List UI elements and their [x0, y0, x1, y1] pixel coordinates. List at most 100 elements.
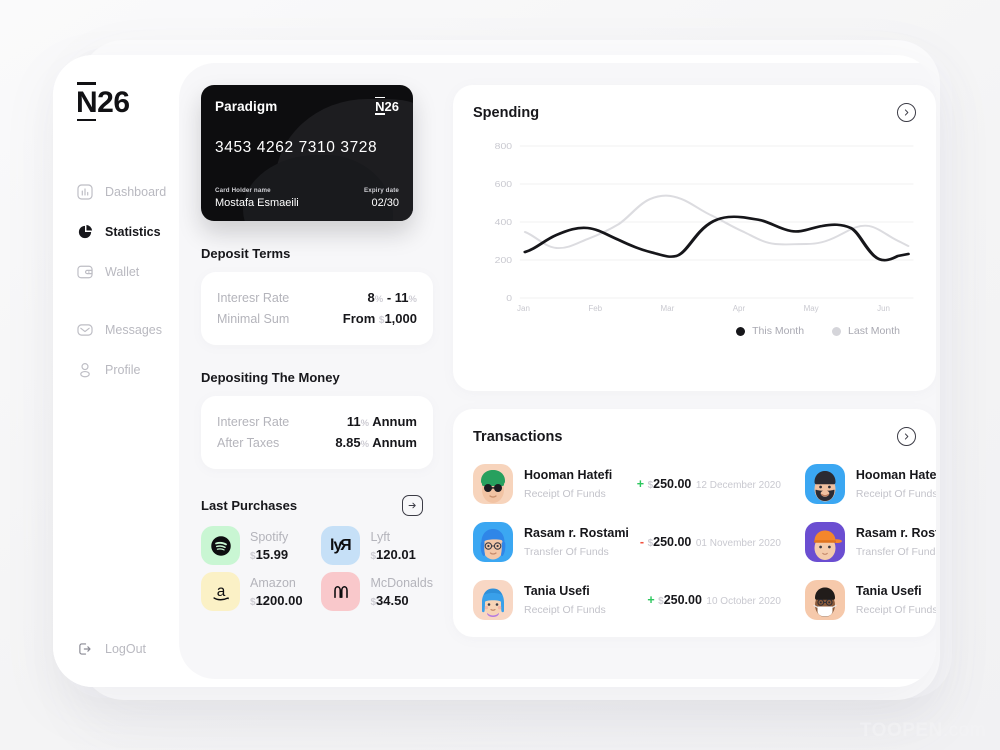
svg-text:400: 400 — [495, 218, 512, 227]
sidebar-item-statistics[interactable]: Statistics — [53, 212, 179, 252]
screen-root: TOOPEN.com N26 Dashboard Statistics Wall… — [0, 0, 1000, 750]
logout-icon — [76, 640, 94, 658]
person-icon — [76, 361, 94, 379]
svg-text:0: 0 — [506, 294, 512, 302]
chart-y-ticks: 800 600 400 200 0 — [495, 142, 512, 302]
x-tick: Jun — [877, 304, 890, 313]
transaction-name: Hooman Hatefi — [524, 468, 613, 482]
transactions-header: Transactions — [473, 427, 916, 446]
transaction-info: Rasam r. Rostami Transfer Of Funds — [856, 524, 936, 560]
transaction-row[interactable]: Tania Usefi Receipt Of Funds + $250.00 1… — [804, 572, 936, 628]
transaction-row[interactable]: Rasam r. Rostami Transfer Of Funds - $25… — [804, 514, 936, 570]
transaction-name: Tania Usefi — [855, 584, 922, 598]
app-window: N26 Dashboard Statistics Wallet Messages… — [53, 55, 936, 687]
row-key: Interesr Rate — [217, 415, 290, 429]
transaction-row[interactable]: Hooman Hatefi Receipt Of Funds + $250.00… — [804, 456, 936, 512]
transaction-meta: + $250.00 12 December 2020 — [637, 475, 781, 493]
transaction-type: Transfer Of Funds — [855, 546, 936, 558]
transaction-amount-num: 250.00 — [653, 477, 692, 491]
svg-text:800: 800 — [495, 142, 512, 151]
row-key: Minimal Sum — [217, 312, 290, 326]
row-value-num2: 11 — [394, 290, 409, 305]
transaction-sign: + — [636, 477, 645, 491]
row-key: Interesr Rate — [217, 291, 290, 305]
transaction-date: 10 October 2020 — [706, 596, 781, 607]
transaction-type: Receipt Of Funds — [855, 488, 936, 500]
purchase-amount-num: 15.99 — [255, 546, 289, 562]
sidebar-item-label: Messages — [105, 323, 162, 337]
card-issuer-logo: N26 — [375, 96, 399, 115]
row-value-num: 11 — [346, 414, 361, 429]
purchase-amount-num: 34.50 — [376, 592, 409, 608]
transaction-row[interactable]: Hooman Hatefi Receipt Of Funds + $250.00… — [473, 456, 781, 512]
transactions-grid: Hooman Hatefi Receipt Of Funds + $250.00… — [473, 456, 936, 628]
sidebar-item-label: Dashboard — [105, 185, 167, 199]
legend-item-this-month[interactable]: This Month — [736, 325, 804, 337]
sidebar: N26 Dashboard Statistics Wallet Messages… — [53, 55, 179, 687]
transaction-meta: - $250.00 01 November 2020 — [640, 533, 781, 551]
purchase-item[interactable]: lyR Lyft $120.01 — [321, 526, 433, 565]
x-tick: Feb — [588, 304, 603, 313]
avatar-green-hair-sunglasses — [473, 464, 513, 504]
legend-label: Last Month — [848, 325, 900, 337]
purchase-item[interactable]: Spotify $15.99 — [201, 526, 307, 565]
transaction-info: Hooman Hatefi Receipt Of Funds — [856, 466, 936, 502]
watermark-text: TOOPEN — [859, 720, 943, 741]
x-tick: Mar — [660, 304, 675, 313]
transaction-amount: - $250.00 — [640, 535, 691, 549]
legend-item-last-month[interactable]: Last Month — [832, 325, 900, 337]
row-value-prefix: From — [342, 311, 379, 326]
purchase-item[interactable]: a Amazon $1200.00 — [201, 572, 307, 611]
purchase-text: McDonalds $34.50 — [370, 574, 433, 610]
avatar-beard-blue — [804, 464, 845, 504]
row-value: 8% - 11% — [368, 290, 417, 305]
avatar-mask — [804, 580, 845, 620]
transaction-type: Transfer Of Funds — [524, 546, 609, 558]
pie-chart-icon — [76, 223, 94, 241]
transaction-row[interactable]: Tania Usefi Receipt Of Funds + $250.00 1… — [473, 572, 781, 628]
logout-button[interactable]: LogOut — [53, 640, 179, 658]
credit-card[interactable]: Paradigm N26 3453 4262 7310 3728 Card Ho… — [201, 85, 413, 221]
sidebar-item-profile[interactable]: Profile — [53, 350, 179, 390]
transaction-info: Hooman Hatefi Receipt Of Funds — [524, 466, 626, 502]
row-value-suffix: Annum — [372, 435, 417, 450]
chevron-right-icon[interactable] — [897, 427, 916, 446]
purchase-amount: $15.99 — [250, 547, 288, 562]
sidebar-item-wallet[interactable]: Wallet — [53, 252, 179, 292]
spending-chart-svg: 800 600 400 200 0 — [495, 142, 914, 302]
row-value: 8.85% Annum — [335, 435, 417, 450]
sidebar-divider-space — [53, 292, 179, 310]
logo-digits: 26 — [97, 86, 130, 119]
transaction-date: 12 December 2020 — [695, 480, 781, 491]
arrow-right-icon[interactable] — [402, 495, 423, 516]
svg-text:200: 200 — [495, 256, 512, 265]
card-expiry-block: Expiry date 02/30 — [364, 187, 399, 209]
chevron-right-icon[interactable] — [897, 103, 916, 122]
deposit-terms-card: Interesr Rate 8% - 11% Minimal Sum From … — [201, 272, 433, 345]
sidebar-item-messages[interactable]: Messages — [53, 310, 179, 350]
transaction-type: Receipt Of Funds — [524, 488, 606, 500]
transaction-meta: + $250.00 10 October 2020 — [647, 591, 781, 609]
transaction-name: Rasam r. Rostami — [855, 526, 936, 540]
transaction-row[interactable]: Rasam r. Rostami Transfer Of Funds - $25… — [473, 514, 781, 570]
x-tick: Jan — [517, 304, 530, 313]
envelope-icon — [76, 321, 94, 339]
spending-title: Spending — [473, 104, 540, 121]
depositing-row: After Taxes 8.85% Annum — [217, 432, 417, 453]
sidebar-item-dashboard[interactable]: Dashboard — [53, 172, 179, 212]
card-logo-digits: 26 — [384, 99, 399, 114]
row-value-num: 8 — [367, 290, 375, 305]
watermark-suffix: .com — [942, 720, 986, 741]
chart-legend: This Month Last Month — [473, 325, 916, 337]
transaction-info: Tania Usefi Receipt Of Funds — [524, 582, 636, 618]
watermark: TOOPEN.com — [860, 720, 986, 742]
purchase-amount: $34.50 — [370, 593, 408, 608]
purchase-item[interactable]: McDonalds $34.50 — [321, 572, 433, 611]
chart-gridlines — [519, 145, 914, 299]
deposit-terms-title: Deposit Terms — [201, 246, 291, 261]
bar-chart-icon — [76, 183, 94, 201]
chart-x-ticks: Jan Feb Mar Apr May Jun — [473, 304, 916, 313]
transaction-date: 01 November 2020 — [695, 538, 781, 549]
purchase-grid: Spotify $15.99 lyR Lyft $120.01 a Amazon… — [201, 526, 433, 611]
card-holder-name: Mostafa Esmaeili — [215, 197, 299, 209]
